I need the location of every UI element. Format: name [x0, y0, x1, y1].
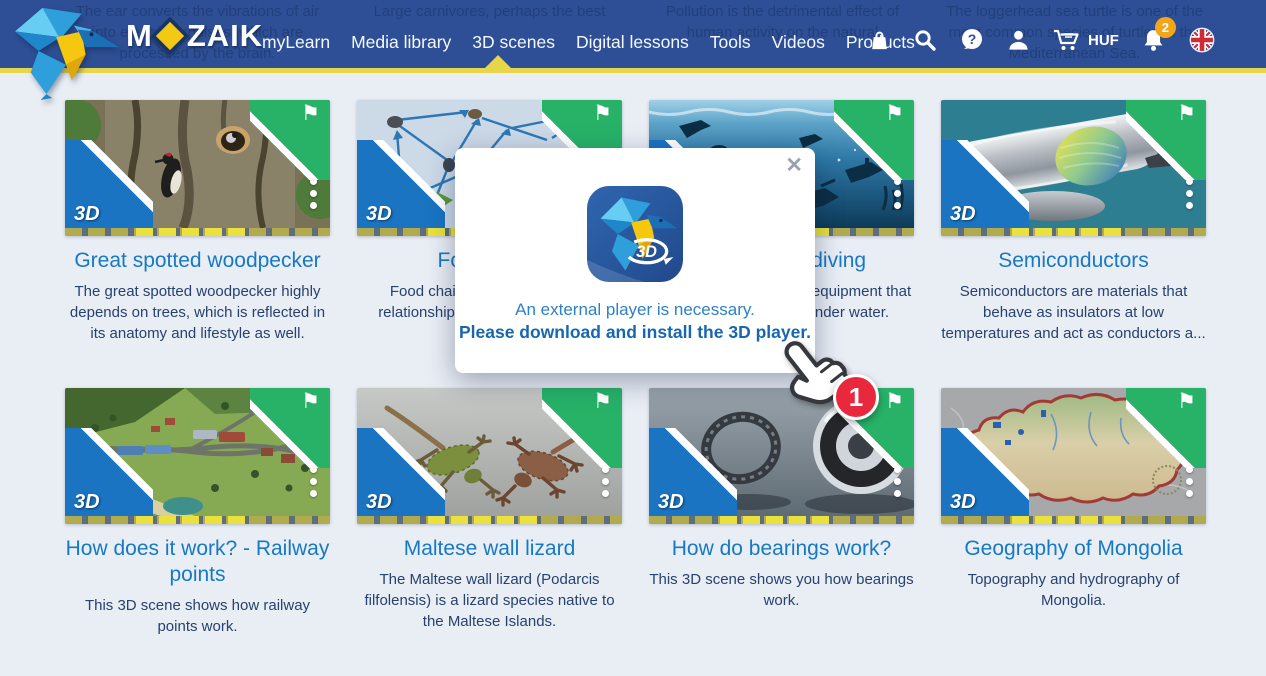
- thumbnail-woodpecker[interactable]: 3D ⚑: [65, 100, 330, 236]
- card-menu-dots[interactable]: [307, 175, 320, 212]
- cart-button[interactable]: HUF: [1052, 27, 1119, 53]
- compatibility-strip: [941, 516, 1206, 524]
- brand-letter-m: M: [126, 18, 153, 54]
- card-menu-dots[interactable]: [1183, 175, 1196, 212]
- card-title[interactable]: Maltese wall lizard: [357, 536, 622, 562]
- card-title[interactable]: How do bearings work?: [649, 536, 914, 562]
- menu-media-library[interactable]: Media library: [351, 32, 451, 53]
- flag-ribbon[interactable]: ⚑: [1126, 388, 1206, 468]
- brand-diamond-icon: [150, 16, 190, 56]
- flag-icon: ⚑: [1177, 101, 1196, 126]
- card-description: The great spotted woodpecker highly depe…: [65, 281, 330, 344]
- card-menu-dots[interactable]: [307, 463, 320, 500]
- account-icon[interactable]: [1007, 28, 1030, 52]
- svg-text:3D: 3D: [636, 243, 657, 261]
- menu-tools[interactable]: Tools: [710, 32, 751, 53]
- svg-text:?: ?: [968, 31, 977, 47]
- shop-bag-icon[interactable]: [868, 28, 891, 52]
- card-great-spotted-woodpecker: 3D ⚑ Great spotted woodpecker The great …: [65, 100, 330, 388]
- flag-ribbon[interactable]: ⚑: [250, 388, 330, 468]
- flag-ribbon[interactable]: ⚑: [834, 100, 914, 180]
- thumbnail-semiconductors[interactable]: 3D ⚑: [941, 100, 1206, 236]
- close-icon[interactable]: ✕: [785, 154, 803, 178]
- currency-label: HUF: [1088, 32, 1119, 49]
- card-title[interactable]: Semiconductors: [941, 248, 1206, 274]
- mozaik-wordmark[interactable]: M ZAIK: [126, 18, 263, 54]
- card-title[interactable]: Geography of Mongolia: [941, 536, 1206, 562]
- thumbnail-lizard[interactable]: 3D ⚑: [357, 388, 622, 524]
- flag-ribbon[interactable]: ⚑: [1126, 100, 1206, 180]
- notification-badge: 2: [1155, 17, 1176, 38]
- search-icon[interactable]: [913, 28, 937, 52]
- thumbnail-railway[interactable]: 3D ⚑: [65, 388, 330, 524]
- top-navbar: The ear converts the vibrations of air i…: [0, 0, 1266, 73]
- card-semiconductors: 3D ⚑ Semiconductors Semiconductors are m…: [941, 100, 1206, 388]
- flag-ribbon[interactable]: ⚑: [250, 100, 330, 180]
- thumbnail-bearings[interactable]: 3D ⚑: [649, 388, 914, 524]
- flag-icon: ⚑: [885, 389, 904, 414]
- card-menu-dots[interactable]: [891, 175, 904, 212]
- flag-icon: ⚑: [1177, 389, 1196, 414]
- card-menu-dots[interactable]: [891, 463, 904, 500]
- menu-videos[interactable]: Videos: [772, 32, 825, 53]
- help-icon[interactable]: ?: [959, 27, 985, 53]
- flag-icon: ⚑: [593, 389, 612, 414]
- mozaik-3d-app-icon: 3D: [587, 186, 683, 282]
- card-description: Topography and hydrography of Mongolia.: [941, 569, 1206, 611]
- card-title[interactable]: Great spotted woodpecker: [65, 248, 330, 274]
- menu-3d-scenes[interactable]: 3D scenes: [472, 32, 555, 53]
- card-railway-points: 3D ⚑ How does it work? - Railway points …: [65, 388, 330, 676]
- active-tab-indicator: [485, 55, 511, 68]
- notifications-bell[interactable]: 2: [1141, 27, 1166, 53]
- flag-icon: ⚑: [593, 101, 612, 126]
- card-bearings: 3D ⚑ How do bearings work? This 3D scene…: [649, 388, 914, 676]
- card-description: The Maltese wall lizard (Podarcis filfol…: [357, 569, 622, 632]
- compatibility-strip: [357, 516, 622, 524]
- compatibility-strip: [649, 516, 914, 524]
- cart-icon: [1052, 27, 1082, 53]
- compatibility-strip: [65, 228, 330, 236]
- modal-message-bold: Please download and install the 3D playe…: [455, 321, 815, 344]
- flag-icon: ⚑: [301, 101, 320, 126]
- card-menu-dots[interactable]: [1183, 463, 1196, 500]
- card-description: Semiconductors are materials that behave…: [941, 281, 1206, 344]
- card-maltese-wall-lizard: 3D ⚑ Maltese wall lizard The Maltese wal…: [357, 388, 622, 676]
- compatibility-strip: [941, 228, 1206, 236]
- brand-letters-zaik: ZAIK: [187, 18, 263, 54]
- thumbnail-mongolia[interactable]: 3D ⚑: [941, 388, 1206, 524]
- language-flag-icon[interactable]: [1188, 26, 1216, 54]
- menu-mylearn[interactable]: myLearn: [262, 32, 330, 53]
- flag-icon: ⚑: [301, 389, 320, 414]
- card-description: This 3D scene shows how railway points w…: [65, 595, 330, 637]
- flag-ribbon[interactable]: ⚑: [834, 388, 914, 468]
- card-menu-dots[interactable]: [599, 463, 612, 500]
- flag-ribbon[interactable]: ⚑: [542, 388, 622, 468]
- menu-digital-lessons[interactable]: Digital lessons: [576, 32, 689, 53]
- main-menu: myLearn Media library 3D scenes Digital …: [262, 0, 915, 76]
- flag-icon: ⚑: [885, 101, 904, 126]
- external-player-dialog: ✕ 3D An external player is necessary. Pl…: [455, 148, 815, 373]
- modal-message: An external player is necessary.: [455, 299, 815, 321]
- card-description: This 3D scene shows you how bearings wor…: [649, 569, 914, 611]
- mozaik-bird-logo[interactable]: [6, 2, 126, 100]
- compatibility-strip: [65, 516, 330, 524]
- card-geography-of-mongolia: 3D ⚑ Geography of Mongolia Topography an…: [941, 388, 1206, 676]
- card-title[interactable]: How does it work? - Railway points: [65, 536, 330, 588]
